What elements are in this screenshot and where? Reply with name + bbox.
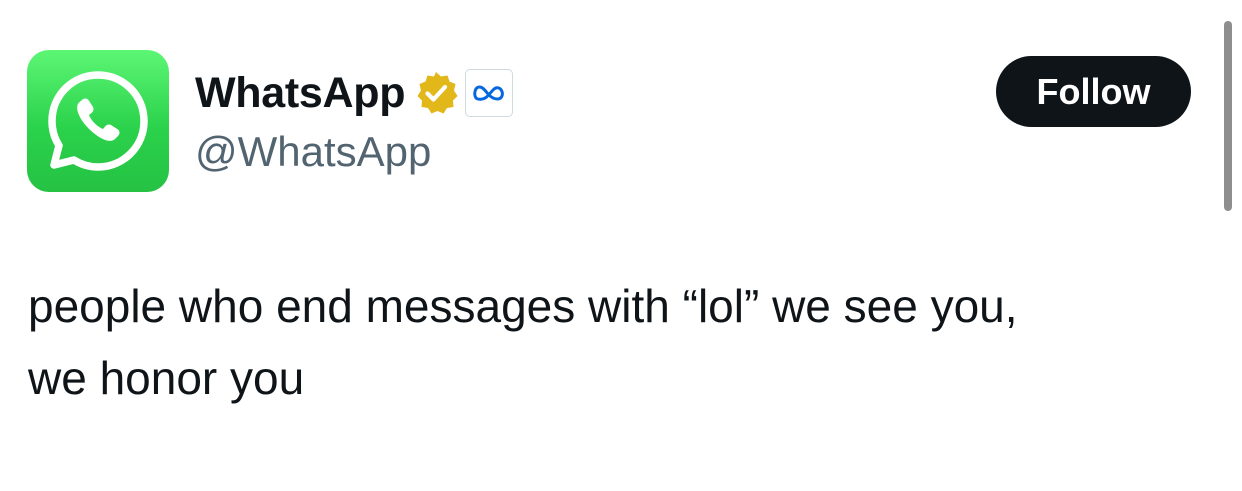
follow-button[interactable]: Follow — [996, 56, 1191, 127]
verified-badge-icon[interactable] — [413, 70, 459, 116]
affiliate-badge[interactable] — [465, 69, 514, 117]
author-name-row: WhatsApp — [195, 66, 514, 120]
avatar[interactable] — [27, 50, 169, 192]
tweet-text: people who end messages with “lol” we se… — [28, 280, 1018, 404]
author-handle[interactable]: @WhatsApp — [195, 126, 431, 178]
scrollbar[interactable] — [1224, 21, 1232, 211]
author-display-name[interactable]: WhatsApp — [195, 66, 405, 120]
whatsapp-logo-icon — [48, 71, 148, 171]
tweet: WhatsApp @WhatsApp Follow people who end… — [0, 0, 1242, 491]
meta-logo-icon — [473, 85, 505, 101]
